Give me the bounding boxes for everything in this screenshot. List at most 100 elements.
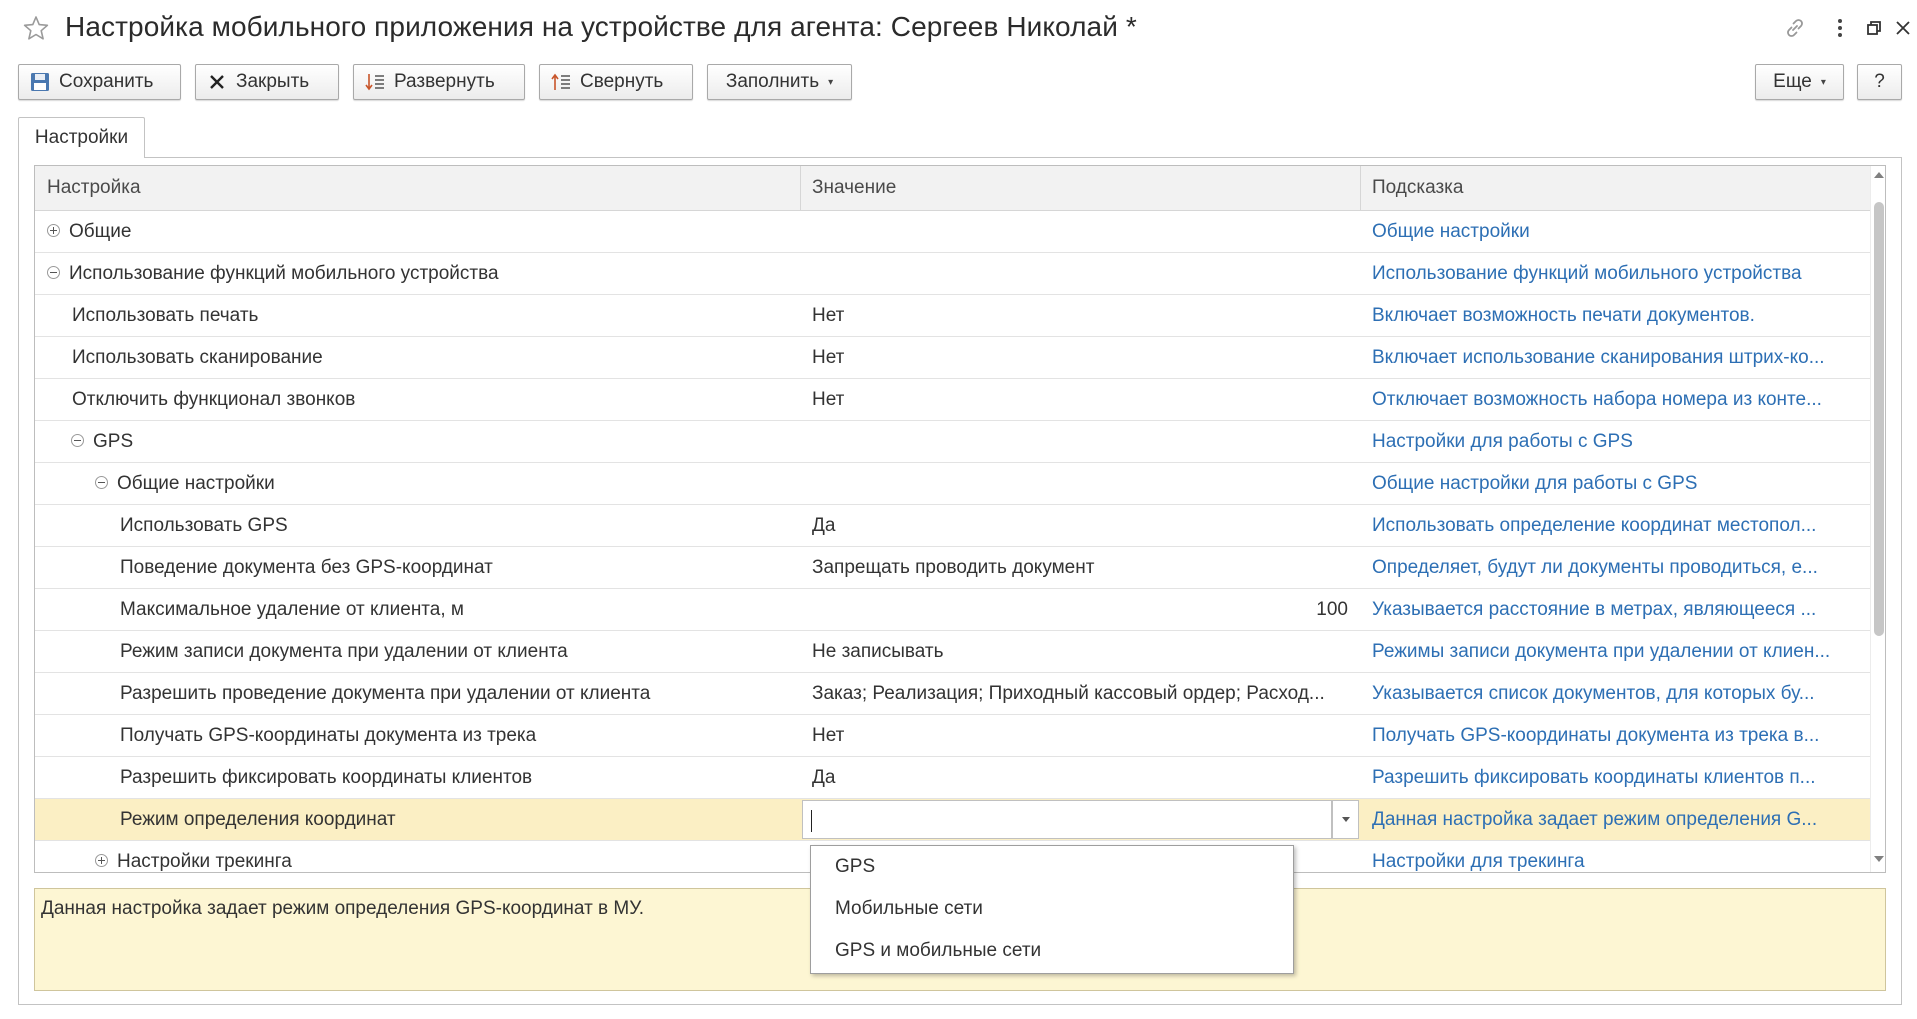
setting-name: Поведение документа без GPS-координат — [120, 557, 493, 578]
expand-button[interactable]: Развернуть — [353, 64, 525, 100]
save-button[interactable]: Сохранить — [18, 64, 181, 100]
dropdown-option[interactable]: GPS — [811, 846, 1293, 888]
column-header-setting[interactable]: Настройка — [35, 166, 800, 210]
setting-hint-link[interactable]: Использовать определение координат место… — [1360, 505, 1870, 546]
setting-name-cell: Получать GPS-координаты документа из тре… — [35, 715, 800, 756]
table-header: Настройка Значение Подсказка — [35, 166, 1870, 211]
setting-value[interactable]: Нет — [800, 295, 1360, 336]
setting-name-cell: Отключить функционал звонков — [35, 379, 800, 420]
setting-value[interactable]: Нет — [800, 337, 1360, 378]
table-row[interactable]: Получать GPS-координаты документа из тре… — [35, 715, 1870, 757]
dropdown-toggle-button[interactable] — [1332, 800, 1359, 839]
setting-hint-link[interactable]: Получать GPS-координаты документа из тре… — [1360, 715, 1870, 756]
setting-value[interactable]: Да — [800, 505, 1360, 546]
hint-panel-text: Данная настройка задает режим определени… — [41, 898, 645, 919]
setting-hint-link[interactable]: Настройки для трекинга — [1360, 841, 1870, 872]
setting-name: Общие настройки — [117, 473, 275, 494]
setting-hint-link[interactable]: Настройки для работы с GPS — [1360, 421, 1870, 462]
link-icon[interactable] — [1781, 14, 1809, 42]
coordinate-mode-dropdown-list[interactable]: GPS Мобильные сети GPS и мобильные сети — [810, 845, 1294, 974]
setting-value[interactable] — [800, 421, 1360, 462]
setting-hint-link[interactable]: Указывается расстояние в метрах, являюще… — [1360, 589, 1870, 630]
close-window-icon[interactable] — [1889, 14, 1917, 42]
table-row[interactable]: Режим записи документа при удалении от к… — [35, 631, 1870, 673]
scrollbar-thumb[interactable] — [1874, 202, 1884, 636]
setting-name-cell: Использовать печать — [35, 295, 800, 336]
setting-name: Отключить функционал звонков — [72, 389, 356, 410]
table-row[interactable]: Отключить функционал звонков Нет Отключает… — [35, 379, 1870, 421]
setting-value[interactable] — [800, 463, 1360, 504]
table-row[interactable]: Поведение документа без GPS-координат Зап… — [35, 547, 1870, 589]
setting-name-cell: Настройки трекинга — [35, 841, 800, 872]
setting-name-cell: Максимальное удаление от клиента, м — [35, 589, 800, 630]
table-row[interactable]: Использовать печать Нет Включает возможнос… — [35, 295, 1870, 337]
setting-hint-link[interactable]: Отключает возможность набора номера из к… — [1360, 379, 1870, 420]
more-vertical-icon[interactable] — [1826, 14, 1854, 42]
setting-name: Использование функций мобильного устройс… — [69, 263, 499, 284]
setting-hint-link[interactable]: Данная настройка задает режим определени… — [1360, 799, 1870, 840]
setting-name-cell: Использовать GPS — [35, 505, 800, 546]
dropdown-option[interactable]: Мобильные сети — [811, 888, 1293, 930]
setting-name-cell: Поведение документа без GPS-координат — [35, 547, 800, 588]
tab-settings[interactable]: Настройки — [18, 117, 145, 158]
table-row[interactable]: Разрешить проведение документа при удале… — [35, 673, 1870, 715]
setting-name-cell: Общие настройки — [35, 463, 800, 504]
setting-hint-link[interactable]: Включает использование сканирования штри… — [1360, 337, 1870, 378]
table-body: Общие Общие настройки Использование функци… — [35, 211, 1870, 872]
scroll-up-icon[interactable] — [1874, 172, 1884, 178]
table-row[interactable]: Общие настройки Общие настройки для работ… — [35, 463, 1870, 505]
coordinate-mode-input[interactable] — [802, 800, 1332, 839]
setting-value[interactable]: Заказ; Реализация; Приходный кассовый ор… — [800, 673, 1360, 714]
setting-hint-link[interactable]: Определяет, будут ли документы проводить… — [1360, 547, 1870, 588]
setting-hint-link[interactable]: Включает возможность печати документов. — [1360, 295, 1870, 336]
setting-hint-link[interactable]: Режимы записи документа при удалении от … — [1360, 631, 1870, 672]
collapse-node-icon[interactable] — [71, 434, 84, 447]
setting-value[interactable]: Запрещать проводить документ — [800, 547, 1360, 588]
setting-value[interactable]: Не записывать — [800, 631, 1360, 672]
table-row[interactable]: Использовать GPS Да Использовать определен… — [35, 505, 1870, 547]
setting-hint-link[interactable]: Указывается список документов, для котор… — [1360, 673, 1870, 714]
setting-hint-link[interactable]: Разрешить фиксировать координаты клиенто… — [1360, 757, 1870, 798]
collapse-button[interactable]: Свернуть — [539, 64, 693, 100]
table-row[interactable]: Общие Общие настройки — [35, 211, 1870, 253]
chevron-down-icon: ▾ — [828, 76, 834, 88]
setting-value[interactable] — [800, 253, 1360, 294]
setting-value[interactable]: Да — [800, 757, 1360, 798]
setting-name-cell: Разрешить фиксировать координаты клиенто… — [35, 757, 800, 798]
dropdown-option[interactable]: GPS и мобильные сети — [811, 930, 1293, 972]
column-header-hint[interactable]: Подсказка — [1360, 166, 1870, 210]
collapse-node-icon[interactable] — [47, 266, 60, 279]
scroll-down-icon[interactable] — [1874, 856, 1884, 862]
setting-name: Общие — [69, 221, 132, 242]
favorite-star-icon[interactable] — [22, 14, 50, 42]
setting-name: Режим определения координат — [120, 809, 396, 830]
table-row[interactable]: Режим определения координат Данная настро… — [35, 799, 1870, 841]
setting-name: Режим записи документа при удалении от к… — [120, 641, 568, 662]
settings-table[interactable]: Настройка Значение Подсказка Общие Общие … — [34, 165, 1886, 873]
setting-hint-link[interactable]: Общие настройки — [1360, 211, 1870, 252]
setting-value[interactable] — [800, 211, 1360, 252]
help-button[interactable]: ? — [1857, 64, 1902, 100]
column-header-value[interactable]: Значение — [800, 166, 1360, 210]
vertical-scrollbar[interactable] — [1870, 166, 1885, 872]
table-row[interactable]: GPS Настройки для работы с GPS — [35, 421, 1870, 463]
setting-name: GPS — [93, 431, 134, 452]
table-row[interactable]: Использовать сканирование Нет Включает исп… — [35, 337, 1870, 379]
restore-window-icon[interactable] — [1860, 14, 1888, 42]
setting-value[interactable]: Нет — [800, 715, 1360, 756]
fill-dropdown-button[interactable]: Заполнить ▾ — [707, 64, 852, 100]
setting-hint-link[interactable]: Общие настройки для работы с GPS — [1360, 463, 1870, 504]
table-row[interactable]: Разрешить фиксировать координаты клиенто… — [35, 757, 1870, 799]
collapse-node-icon[interactable] — [95, 476, 108, 489]
chevron-down-icon — [1341, 817, 1350, 822]
table-row[interactable]: Максимальное удаление от клиента, м 100 Ук… — [35, 589, 1870, 631]
expand-node-icon[interactable] — [95, 854, 108, 867]
setting-hint-link[interactable]: Использование функций мобильного устройс… — [1360, 253, 1870, 294]
more-dropdown-button[interactable]: Еще ▾ — [1755, 64, 1844, 100]
setting-value[interactable]: 100 — [800, 589, 1360, 630]
table-row[interactable]: Использование функций мобильного устройс… — [35, 253, 1870, 295]
expand-node-icon[interactable] — [47, 224, 60, 237]
close-button[interactable]: Закрыть — [195, 64, 339, 100]
setting-name-cell: Общие — [35, 211, 800, 252]
setting-value[interactable]: Нет — [800, 379, 1360, 420]
